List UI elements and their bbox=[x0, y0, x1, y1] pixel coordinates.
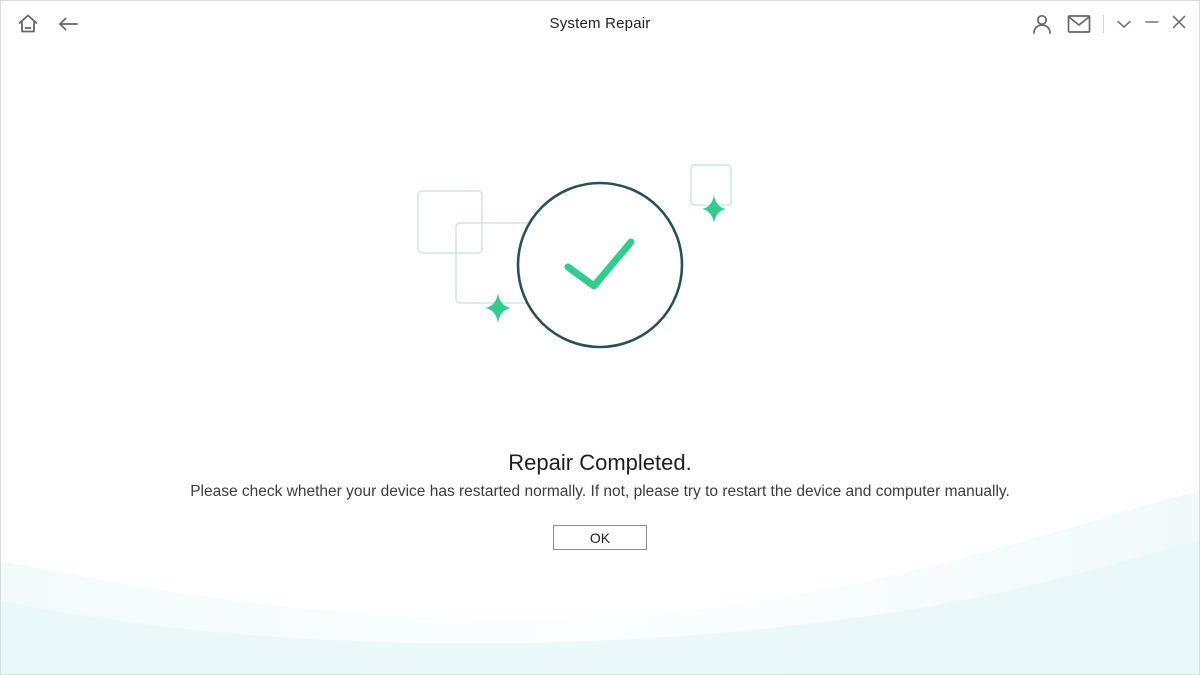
sparkle-icon bbox=[485, 293, 511, 323]
checkmark-circle-icon bbox=[516, 181, 684, 349]
account-button[interactable] bbox=[1029, 11, 1055, 37]
user-icon bbox=[1033, 14, 1051, 34]
decorative-frame bbox=[690, 164, 732, 206]
decorative-frame bbox=[417, 190, 483, 254]
mail-button[interactable] bbox=[1065, 11, 1093, 37]
window-title: System Repair bbox=[549, 15, 651, 32]
app-window: System Repair Repair Completed. Please c… bbox=[0, 0, 1200, 675]
success-illustration bbox=[417, 164, 732, 349]
sparkle-icon bbox=[702, 195, 726, 223]
minimize-icon bbox=[1145, 21, 1159, 23]
mail-icon bbox=[1067, 15, 1091, 33]
chevron-down-icon bbox=[1117, 20, 1131, 28]
titlebar-divider bbox=[1103, 15, 1104, 33]
ok-button[interactable]: OK bbox=[553, 525, 647, 550]
result-heading: Repair Completed. bbox=[508, 450, 692, 475]
close-button[interactable] bbox=[1168, 11, 1190, 33]
title-bar: System Repair bbox=[1, 1, 1199, 47]
minimize-button[interactable] bbox=[1141, 11, 1163, 33]
menu-button[interactable] bbox=[1113, 13, 1135, 35]
result-message: Please check whether your device has res… bbox=[190, 483, 1010, 500]
close-icon bbox=[1172, 15, 1186, 29]
